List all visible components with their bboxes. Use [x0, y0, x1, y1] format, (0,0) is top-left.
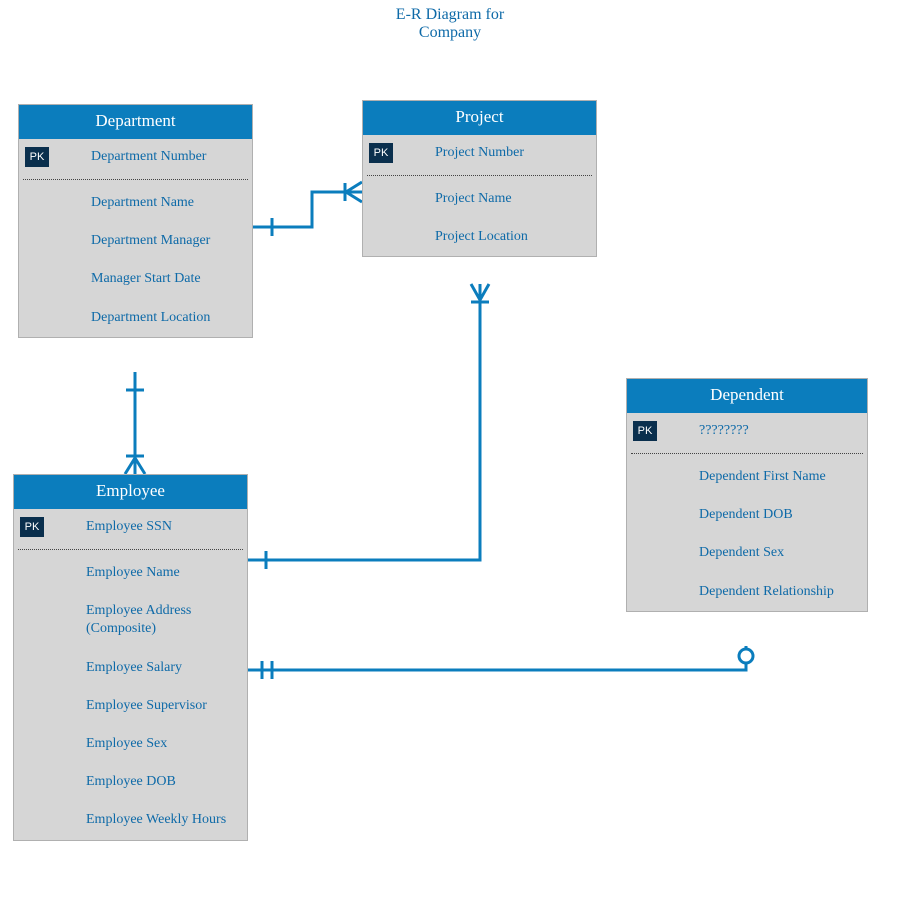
entity-project-attr: Project Name [363, 180, 596, 218]
pk-badge: PK [633, 421, 657, 441]
entity-department: Department PK Department Number Departme… [18, 104, 253, 338]
entity-employee-attr: Employee Sex [14, 725, 247, 763]
pk-badge: PK [25, 147, 49, 167]
entity-dependent-header: Dependent [627, 379, 867, 413]
entity-employee-attr: Employee Weekly Hours [14, 801, 247, 839]
entity-employee-attr: Employee Supervisor [14, 687, 247, 725]
entity-employee-pk-row: PK Employee SSN [14, 509, 247, 549]
er-diagram-canvas: E-R Diagram for Company [0, 0, 900, 915]
entity-dependent-attr: Dependent First Name [627, 458, 867, 496]
entity-employee-attr: Employee DOB [14, 763, 247, 801]
entity-dependent-pk: ???????? [699, 423, 749, 439]
entity-employee-header: Employee [14, 475, 247, 509]
entity-department-pk: Department Number [91, 149, 206, 165]
entity-dependent-attr: Dependent Sex [627, 534, 867, 572]
pk-separator [18, 549, 243, 550]
entity-department-attr: Department Name [19, 184, 252, 222]
entity-dependent-pk-row: PK ???????? [627, 413, 867, 453]
entity-dependent-attr: Dependent DOB [627, 496, 867, 534]
entity-department-pk-row: PK Department Number [19, 139, 252, 179]
entity-department-attr: Department Manager [19, 222, 252, 260]
entity-dependent: Dependent PK ???????? Dependent First Na… [626, 378, 868, 612]
entity-department-attr: Department Location [19, 299, 252, 337]
entity-employee: Employee PK Employee SSN Employee Name E… [13, 474, 248, 841]
title-line-1: E-R Diagram for [360, 6, 540, 24]
entity-employee-attr: Employee Name [14, 554, 247, 592]
entity-department-header: Department [19, 105, 252, 139]
entity-employee-pk: Employee SSN [86, 519, 172, 535]
pk-separator [23, 179, 248, 180]
pk-separator [631, 453, 863, 454]
entity-project-pk: Project Number [435, 145, 524, 161]
pk-badge: PK [20, 517, 44, 537]
entity-project-attr: Project Location [363, 218, 596, 256]
entity-employee-attr: Employee Address (Composite) [14, 592, 247, 648]
title-line-2: Company [360, 24, 540, 42]
entity-project-header: Project [363, 101, 596, 135]
pk-badge: PK [369, 143, 393, 163]
entity-project-pk-row: PK Project Number [363, 135, 596, 175]
entity-employee-attr: Employee Salary [14, 649, 247, 687]
entity-department-attr: Manager Start Date [19, 260, 252, 298]
entity-project: Project PK Project Number Project Name P… [362, 100, 597, 257]
diagram-title: E-R Diagram for Company [360, 6, 540, 42]
entity-dependent-attr: Dependent Relationship [627, 573, 867, 611]
pk-separator [367, 175, 592, 176]
